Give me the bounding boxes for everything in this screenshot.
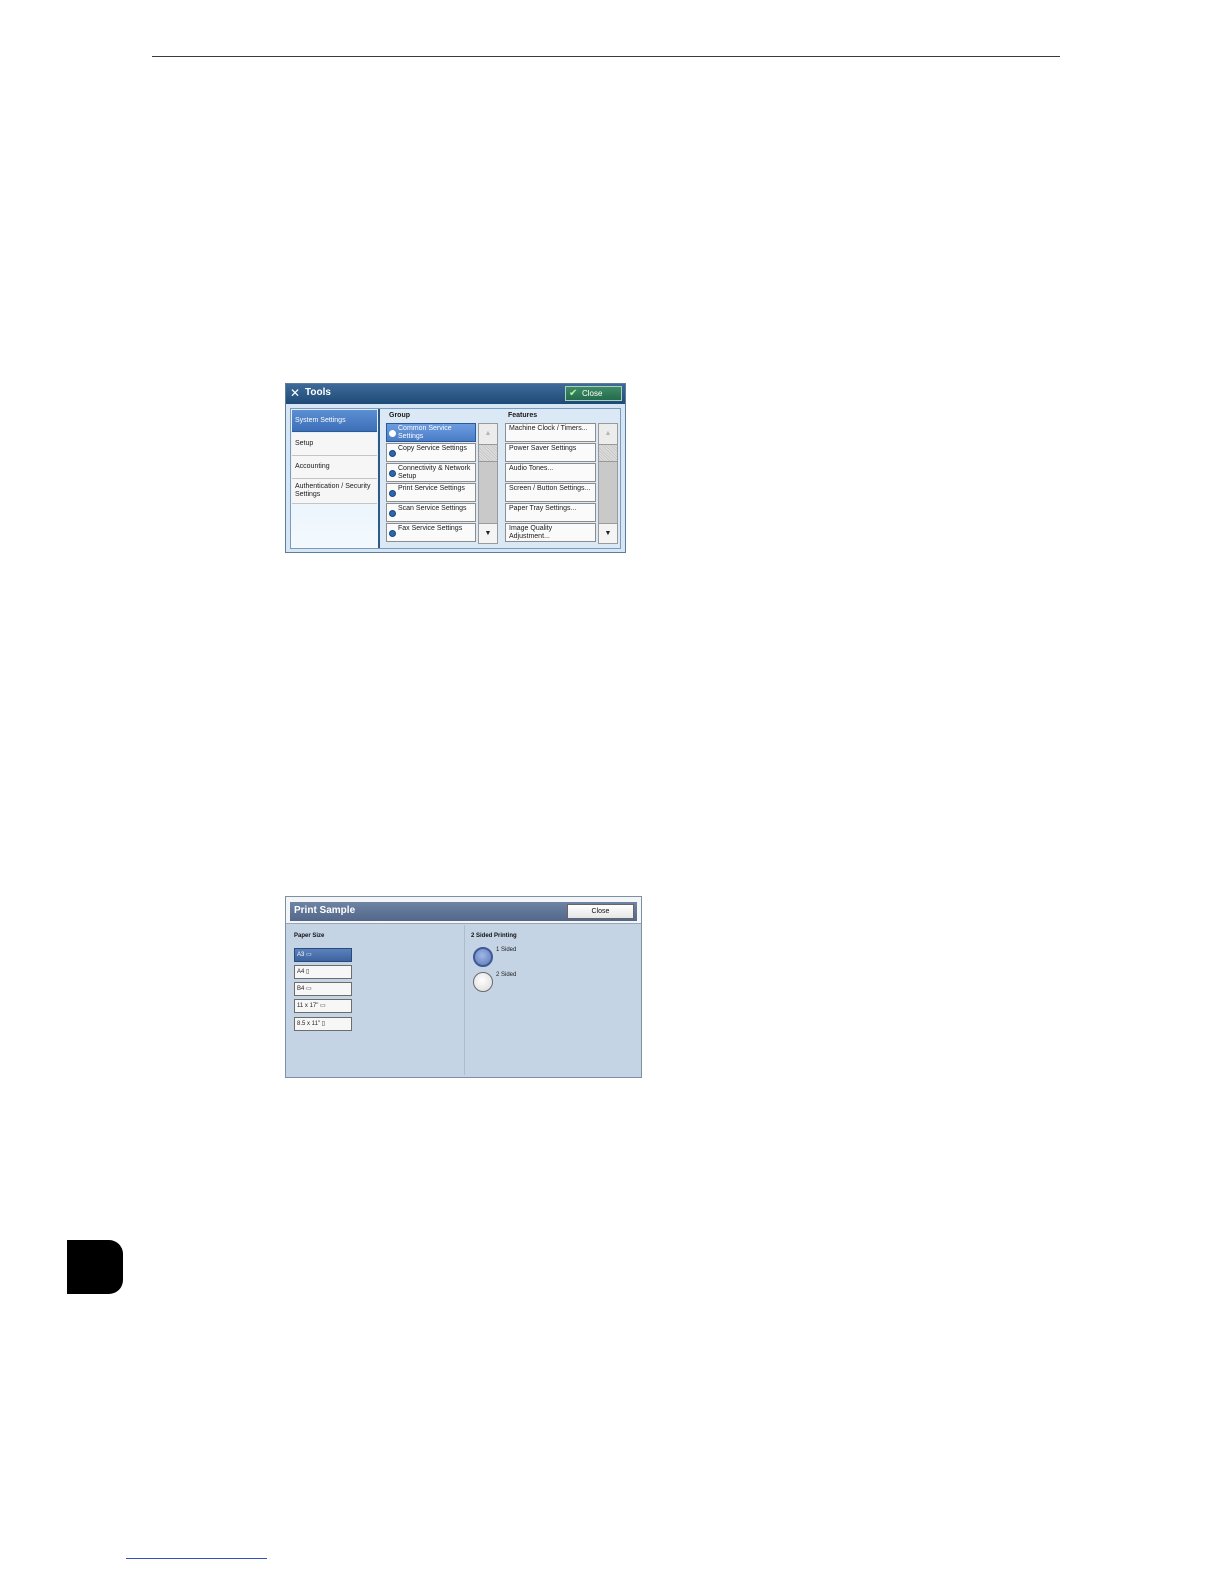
group-item-print-service-settings[interactable]: Print Service Settings [386, 483, 476, 502]
tools-close-button[interactable]: ✔ Close [565, 386, 622, 401]
group-item-connectivity-network-setup[interactable]: Connectivity & Network Setup [386, 463, 476, 482]
group-item-fax-service-settings[interactable]: Fax Service Settings [386, 523, 476, 542]
paper-size-11x17[interactable]: 11 x 17" ▭ [294, 999, 352, 1013]
paper-size-a4[interactable]: A4 ▯ [294, 965, 352, 979]
feature-item-audio-tones[interactable]: Audio Tones... [505, 463, 596, 482]
circle-arrow-icon [389, 510, 396, 517]
paper-size-b4[interactable]: B4 ▭ [294, 982, 352, 996]
radio-1-sided-label: 1 Sided [496, 947, 517, 953]
tools-wrench-screwdriver-icon: ✕ [290, 386, 301, 400]
feature-item-label: Image Quality Adjustment... [509, 525, 553, 540]
feature-item-power-saver-settings[interactable]: Power Saver Settings [505, 443, 596, 462]
feature-item-label: Power Saver Settings [509, 445, 577, 452]
scroll-up-icon[interactable]: ▲ [479, 424, 497, 444]
radio-2-sided[interactable] [473, 972, 493, 992]
circle-arrow-icon [389, 430, 396, 437]
group-item-label: Copy Service Settings [398, 445, 467, 452]
checkmark-icon: ✔ [569, 388, 578, 399]
feature-item-label: Machine Clock / Timers... [509, 425, 588, 432]
feature-item-screen-button-settings[interactable]: Screen / Button Settings... [505, 483, 596, 502]
scroll-down-icon[interactable]: ▼ [599, 523, 617, 543]
chapter-tab-marker [67, 1240, 123, 1294]
paper-size-header: Paper Size [294, 933, 325, 939]
tab-authentication-security-settings[interactable]: Authentication / Security Settings [292, 479, 377, 504]
group-item-label: Connectivity & Network Setup [398, 465, 471, 480]
tab-label: Accounting [295, 463, 330, 470]
tools-body: System Settings Setup Accounting Authent… [290, 408, 621, 549]
tools-screen: ✕ Tools ✔ Close System Settings Setup Ac… [285, 383, 626, 553]
tools-title: Tools [305, 387, 331, 398]
tools-category-pane: System Settings Setup Accounting Authent… [291, 409, 378, 548]
group-item-label: Fax Service Settings [398, 525, 463, 532]
feature-item-label: Paper Tray Settings... [509, 505, 577, 512]
group-item-label: Print Service Settings [398, 485, 465, 492]
scroll-up-icon[interactable]: ▲ [599, 424, 617, 444]
radio-2-sided-label: 2 Sided [496, 972, 517, 978]
group-item-scan-service-settings[interactable]: Scan Service Settings [386, 503, 476, 522]
tab-label: System Settings [295, 416, 346, 424]
group-scrollbar[interactable]: ▲ ▼ [478, 423, 498, 544]
group-item-label: Common Service Settings [398, 425, 452, 440]
feature-item-image-quality-adjustment[interactable]: Image Quality Adjustment... [505, 523, 596, 542]
circle-arrow-icon [389, 450, 396, 457]
footer-link-underline[interactable] [126, 1558, 267, 1559]
circle-arrow-icon [389, 530, 396, 537]
tab-label: Authentication / Security Settings [295, 483, 371, 498]
print-sample-screen: Print Sample Close Paper Size A3 ▭ A4 ▯ … [285, 896, 642, 1078]
two-sided-printing-header: 2 Sided Printing [471, 933, 517, 939]
features-scrollbar[interactable]: ▲ ▼ [598, 423, 618, 544]
circle-arrow-icon [389, 490, 396, 497]
feature-item-machine-clock-timers[interactable]: Machine Clock / Timers... [505, 423, 596, 442]
tools-close-label: Close [582, 389, 603, 398]
tools-title-bar: ✕ Tools ✔ Close [286, 384, 625, 404]
paper-size-a3[interactable]: A3 ▭ [294, 948, 352, 962]
feature-item-label: Screen / Button Settings... [509, 485, 591, 492]
print-sample-title: Print Sample [294, 905, 356, 916]
scroll-thumb[interactable] [599, 444, 617, 462]
page-header-rule [152, 56, 1060, 57]
group-item-label: Scan Service Settings [398, 505, 467, 512]
scroll-down-icon[interactable]: ▼ [479, 523, 497, 543]
tab-setup[interactable]: Setup [292, 433, 377, 456]
tab-accounting[interactable]: Accounting [292, 456, 377, 479]
paper-size-8-5x11[interactable]: 8.5 x 11" ▯ [294, 1017, 352, 1031]
radio-1-sided[interactable] [473, 947, 493, 967]
group-item-copy-service-settings[interactable]: Copy Service Settings [386, 443, 476, 462]
group-header: Group [389, 412, 410, 419]
tab-system-settings[interactable]: System Settings [292, 410, 377, 432]
feature-item-label: Audio Tones... [509, 465, 554, 472]
print-sample-divider [464, 925, 465, 1075]
print-sample-close-button[interactable]: Close [567, 904, 634, 919]
print-sample-title-bar: Print Sample Close [290, 902, 637, 921]
print-sample-header: Print Sample Close [286, 897, 641, 924]
circle-arrow-icon [389, 470, 396, 477]
feature-item-paper-tray-settings[interactable]: Paper Tray Settings... [505, 503, 596, 522]
group-item-common-service-settings[interactable]: Common Service Settings [386, 423, 476, 442]
features-header: Features [508, 412, 538, 419]
tools-list-pane: Group Features Common Service Settings C… [380, 409, 620, 548]
tab-label: Setup [295, 440, 314, 447]
scroll-thumb[interactable] [479, 444, 497, 462]
